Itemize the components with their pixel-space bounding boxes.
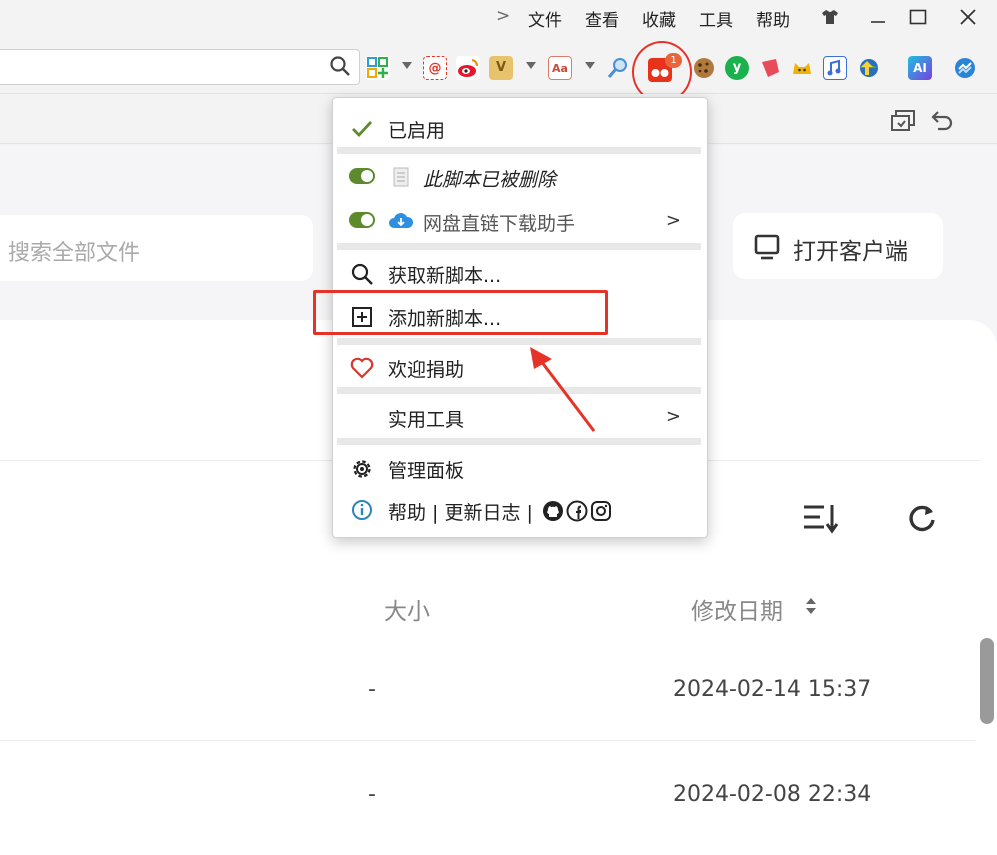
- skin-button[interactable]: [810, 4, 850, 30]
- donate-label: 欢迎捐助: [388, 359, 465, 381]
- submenu-chevron-icon: >: [665, 210, 681, 231]
- monitor-icon: [754, 234, 780, 260]
- annotation-highlight-box: [313, 290, 608, 335]
- script-item[interactable]: 网盘直链下载助手 >: [333, 201, 707, 241]
- menu-divider: [337, 438, 701, 445]
- ai-icon[interactable]: AI: [908, 56, 932, 80]
- maximize-icon: [909, 9, 927, 25]
- dashboard-label: 管理面板: [388, 460, 465, 482]
- size-column-header[interactable]: 大小: [384, 592, 430, 626]
- cat-icon[interactable]: [790, 56, 814, 80]
- menu-divider: [337, 243, 701, 250]
- menu-favorites[interactable]: 收藏: [642, 6, 676, 31]
- row-modified: 2024-02-14 15:37: [673, 677, 872, 702]
- scrollbar-thumb[interactable]: [980, 638, 994, 724]
- script-item[interactable]: 此脚本已被删除: [333, 157, 707, 197]
- get-new-script-item[interactable]: 获取新脚本...: [333, 253, 707, 293]
- menu-tools[interactable]: 工具: [699, 6, 733, 31]
- annotation-arrow-icon: [530, 347, 596, 432]
- idm-icon[interactable]: [857, 56, 881, 80]
- submenu-chevron-icon: >: [665, 406, 681, 427]
- refresh-icon[interactable]: [906, 502, 938, 534]
- get-new-script-label: 获取新脚本...: [388, 265, 502, 287]
- cloud-icon: [389, 213, 414, 228]
- row-divider: [0, 740, 975, 741]
- script-name: 网盘直链下载助手: [423, 213, 576, 235]
- enabled-label: 已启用: [388, 120, 446, 142]
- dictionary-caret-icon[interactable]: [585, 62, 595, 69]
- close-button[interactable]: [948, 4, 988, 30]
- dictionary-icon[interactable]: Aa: [548, 56, 572, 80]
- instagram-icon[interactable]: [590, 500, 612, 522]
- search-icon[interactable]: [329, 55, 351, 77]
- minimize-button[interactable]: [858, 4, 898, 30]
- modified-column-header[interactable]: 修改日期: [691, 592, 783, 626]
- menu-chevron-icon[interactable]: >: [496, 6, 510, 26]
- yandex-icon[interactable]: y: [725, 56, 749, 80]
- address-bar[interactable]: [0, 49, 360, 85]
- close-icon: [960, 9, 976, 25]
- menu-help[interactable]: 帮助: [756, 6, 790, 31]
- menu-divider: [337, 338, 701, 345]
- apps-dropdown-caret-icon[interactable]: [402, 62, 412, 69]
- sort-toggle-icon[interactable]: [805, 596, 817, 616]
- row-size: -: [368, 677, 376, 702]
- gear-icon: [353, 460, 371, 478]
- row-size: -: [368, 782, 376, 807]
- sync-icon[interactable]: [953, 56, 977, 80]
- apps-grid-icon[interactable]: [366, 56, 390, 80]
- minimize-icon: [871, 21, 885, 23]
- menu-view[interactable]: 查看: [585, 6, 619, 31]
- open-client-label: 打开客户端: [793, 239, 908, 265]
- cookie-icon[interactable]: [692, 56, 716, 80]
- email-icon[interactable]: @: [423, 56, 447, 80]
- menu-divider: [337, 387, 701, 394]
- tab-list-icon[interactable]: [890, 109, 916, 133]
- browser-toolbar: @ V Aa 1 y AI: [0, 36, 997, 94]
- script-toggle[interactable]: [349, 212, 375, 228]
- undo-close-tab-icon[interactable]: [928, 109, 954, 133]
- heart-icon: [350, 357, 374, 379]
- document-icon: [393, 167, 409, 187]
- github-icon[interactable]: [542, 500, 564, 522]
- maximize-button[interactable]: [898, 4, 938, 30]
- enabled-toggle-item[interactable]: 已启用: [333, 108, 707, 148]
- open-client-button[interactable]: 打开客户端: [733, 213, 943, 279]
- info-icon: [352, 500, 372, 520]
- image-tool-icon[interactable]: V: [489, 56, 513, 80]
- dashboard-item[interactable]: 管理面板: [333, 448, 707, 488]
- menu-divider: [337, 147, 701, 154]
- script-name: 此脚本已被删除: [423, 169, 557, 191]
- facebook-icon[interactable]: [566, 500, 588, 522]
- row-modified: 2024-02-08 22:34: [673, 782, 872, 807]
- utilities-label: 实用工具: [388, 409, 465, 431]
- shape-icon[interactable]: [758, 56, 782, 80]
- help-item[interactable]: 帮助 | 更新日志 |: [333, 490, 707, 530]
- magnifier-icon[interactable]: [606, 56, 630, 80]
- sort-icon[interactable]: [802, 502, 840, 534]
- checkmark-icon: [352, 121, 373, 138]
- puzzle-icon[interactable]: [823, 56, 847, 80]
- title-bar: > 文件 查看 收藏 工具 帮助: [0, 0, 997, 36]
- help-changelog-label: 帮助 | 更新日志 |: [388, 502, 533, 524]
- file-search-input[interactable]: 搜索全部文件: [0, 215, 313, 281]
- tshirt-icon: [822, 10, 838, 24]
- image-tool-caret-icon[interactable]: [526, 62, 536, 69]
- search-icon: [351, 263, 373, 285]
- weibo-icon[interactable]: [456, 56, 480, 80]
- script-toggle[interactable]: [349, 168, 375, 184]
- file-search-placeholder: 搜索全部文件: [8, 241, 141, 266]
- menu-file[interactable]: 文件: [528, 6, 562, 31]
